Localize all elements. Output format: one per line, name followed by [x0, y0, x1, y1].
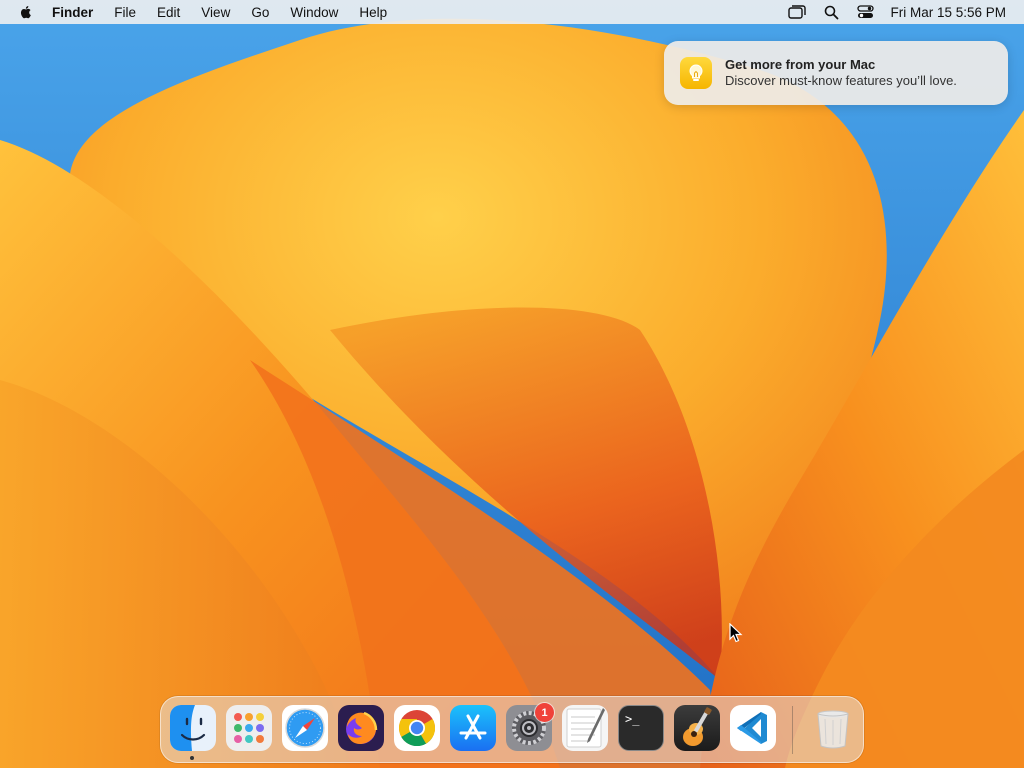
menu-file[interactable]: File — [114, 5, 136, 20]
dock-safari-icon[interactable] — [282, 705, 328, 751]
menu-view[interactable]: View — [201, 5, 230, 20]
screen-mirroring-icon[interactable] — [788, 4, 807, 20]
control-center-icon[interactable] — [856, 4, 874, 20]
dock-textedit-icon[interactable] — [562, 705, 608, 751]
dock-separator — [792, 706, 793, 754]
tips-notification[interactable]: Get more from your Mac Discover must-kno… — [664, 41, 1008, 105]
menubar-clock[interactable]: Fri Mar 15 5:56 PM — [890, 5, 1006, 20]
mouse-cursor-icon — [729, 623, 743, 643]
dock-terminal-icon[interactable]: >_ — [618, 705, 664, 751]
notification-title: Get more from your Mac — [725, 57, 876, 72]
notification-body: Discover must-know features you’ll love. — [725, 73, 957, 88]
dock-trash-icon[interactable] — [810, 705, 856, 751]
menu-window[interactable]: Window — [290, 5, 338, 20]
desktop-wallpaper — [0, 0, 1024, 768]
menu-go[interactable]: Go — [251, 5, 269, 20]
dock-firefox-icon[interactable] — [338, 705, 384, 751]
finder-running-indicator — [190, 756, 194, 760]
dock-finder-icon[interactable] — [170, 705, 216, 751]
app-menu-finder[interactable]: Finder — [52, 5, 93, 20]
spotlight-search-icon[interactable] — [822, 4, 840, 20]
system-settings-badge: 1 — [535, 703, 554, 722]
ventura-wallpaper-art — [0, 0, 1024, 768]
dock: 1 >_ — [160, 696, 864, 763]
menu-bar: Finder File Edit View Go Window Help Fri… — [0, 0, 1024, 24]
dock-garageband-icon[interactable] — [674, 705, 720, 751]
lightbulb-icon — [680, 57, 712, 89]
apple-menu-icon[interactable] — [18, 4, 34, 20]
menu-edit[interactable]: Edit — [157, 5, 180, 20]
dock-launchpad-icon[interactable] — [226, 705, 272, 751]
dock-chrome-icon[interactable] — [394, 705, 440, 751]
dock-vscode-icon[interactable] — [730, 705, 776, 751]
notification-text: Get more from your Mac Discover must-kno… — [725, 57, 957, 89]
terminal-prompt-glyph: >_ — [625, 712, 640, 726]
menu-help[interactable]: Help — [359, 5, 387, 20]
dock-app-store-icon[interactable] — [450, 705, 496, 751]
